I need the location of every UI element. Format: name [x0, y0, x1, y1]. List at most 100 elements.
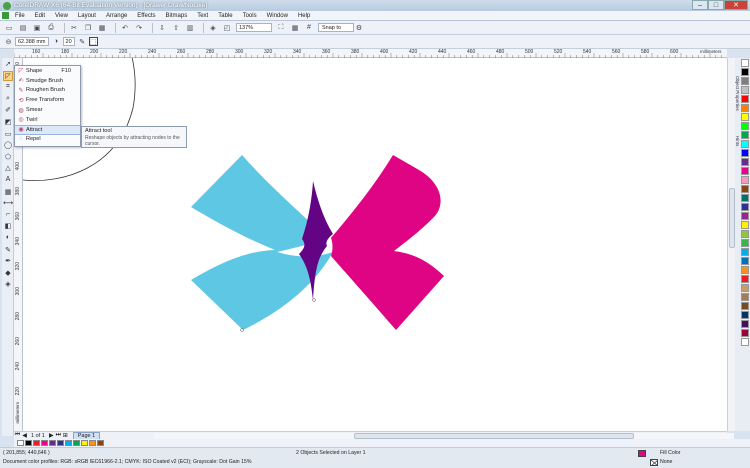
palette-swatch[interactable] [741, 194, 749, 202]
document-palette-swatch[interactable] [96, 440, 104, 446]
document-palette-swatch[interactable] [24, 440, 32, 446]
palette-swatch[interactable] [741, 212, 749, 220]
vertical-scrollbar[interactable] [727, 58, 735, 431]
palette-swatch[interactable] [741, 230, 749, 238]
polygon-tool-icon[interactable]: ⬠ [3, 152, 13, 162]
paste-icon[interactable]: ▦ [97, 23, 107, 33]
pen-pressure-icon[interactable]: ✎ [78, 37, 87, 46]
palette-swatch[interactable] [741, 149, 749, 157]
strength-field[interactable]: 20 [62, 37, 75, 46]
palette-swatch[interactable] [741, 176, 749, 184]
menu-table[interactable]: Table [218, 13, 232, 19]
rectangle-tool-icon[interactable]: ▭ [3, 129, 13, 139]
fill-color-swatch[interactable] [638, 450, 646, 457]
app-launcher-icon[interactable]: ◈ [208, 23, 218, 33]
menu-help[interactable]: Help [298, 13, 310, 19]
palette-swatch[interactable] [741, 257, 749, 265]
menu-view[interactable]: View [55, 13, 68, 19]
menu-file[interactable]: File [15, 13, 25, 19]
import-icon[interactable]: ⇩ [157, 23, 167, 33]
document-palette-swatch[interactable] [80, 440, 88, 446]
ellipse-tool-icon[interactable]: ◯ [3, 140, 13, 150]
open-folder-icon[interactable]: ▤ [18, 23, 28, 33]
freehand-tool-icon[interactable]: ✐ [3, 105, 13, 115]
flyout-item-roughen-brush[interactable]: ✎ Roughen Brush [15, 86, 80, 96]
maximize-button[interactable]: □ [708, 0, 724, 10]
palette-swatch[interactable] [741, 329, 749, 337]
menu-tools[interactable]: Tools [243, 13, 257, 19]
document-palette-swatch[interactable] [40, 440, 48, 446]
magenta-wing-shape[interactable] [331, 155, 444, 330]
cut-icon[interactable]: ✂ [69, 23, 79, 33]
interactive-fill-icon[interactable]: ◈ [3, 279, 13, 289]
document-palette-swatch[interactable] [64, 440, 72, 446]
menu-bitmaps[interactable]: Bitmaps [166, 13, 188, 19]
document-icon[interactable] [2, 12, 9, 19]
palette-swatch[interactable] [741, 203, 749, 211]
document-palette-swatch[interactable] [56, 440, 64, 446]
palette-swatch[interactable] [741, 158, 749, 166]
smart-fill-icon[interactable]: ◩ [3, 117, 13, 127]
horizontal-ruler[interactable]: 160 180 200 220 240 260 280 300 320 340 … [14, 49, 727, 58]
redo-icon[interactable]: ↷ [134, 23, 144, 33]
transparency-tool-icon[interactable]: ◐ [3, 233, 13, 243]
palette-swatch[interactable] [741, 122, 749, 130]
connector-tool-icon[interactable]: ⌐ [3, 210, 13, 220]
menu-layout[interactable]: Layout [78, 13, 96, 19]
save-icon[interactable]: ▣ [32, 23, 42, 33]
zoom-level-select[interactable]: 137% [236, 23, 272, 32]
add-page-icon[interactable]: ⊞ [62, 432, 69, 439]
flyout-item-smear[interactable]: ◍ Smear [15, 105, 80, 115]
pdf-icon[interactable]: ▥ [185, 23, 195, 33]
print-icon[interactable]: ⎙ [46, 23, 56, 33]
shape-node-handle[interactable] [312, 298, 316, 302]
palette-swatch[interactable] [741, 275, 749, 283]
menu-text[interactable]: Text [197, 13, 208, 19]
palette-swatch[interactable] [741, 131, 749, 139]
palette-swatch[interactable] [741, 185, 749, 193]
new-document-icon[interactable]: ▭ [4, 23, 14, 33]
document-palette-swatch[interactable] [32, 440, 40, 446]
flyout-item-twirl[interactable]: ◎ Twirl [15, 115, 80, 125]
minimize-button[interactable]: – [692, 0, 708, 10]
document-palette-swatch[interactable] [16, 440, 24, 446]
palette-swatch[interactable] [741, 77, 749, 85]
welcome-screen-icon[interactable]: ◰ [222, 23, 232, 33]
pick-tool-icon[interactable]: ➚ [3, 59, 13, 69]
export-icon[interactable]: ⇧ [171, 23, 181, 33]
text-tool-icon[interactable]: A [3, 175, 13, 185]
palette-swatch[interactable] [741, 113, 749, 121]
palette-swatch[interactable] [741, 167, 749, 175]
copy-icon[interactable]: ❐ [83, 23, 93, 33]
palette-swatch[interactable] [741, 266, 749, 274]
flyout-item-repel[interactable]: ◌ Repel [15, 135, 80, 145]
first-page-icon[interactable]: ⏮ [14, 432, 21, 439]
flyout-item-smudge-brush[interactable]: ✍ Smudge Brush [15, 76, 80, 86]
palette-swatch[interactable] [741, 239, 749, 247]
palette-swatch[interactable] [741, 95, 749, 103]
show-rulers-icon[interactable]: ▦ [290, 23, 300, 33]
zoom-tool-icon[interactable]: ⌕ [3, 94, 13, 104]
palette-swatch[interactable] [741, 293, 749, 301]
palette-swatch[interactable] [741, 221, 749, 229]
last-page-icon[interactable]: ⏭ [55, 432, 62, 439]
document-palette-swatch[interactable] [88, 440, 96, 446]
undo-icon[interactable]: ↶ [120, 23, 130, 33]
palette-swatch[interactable] [741, 68, 749, 76]
menu-edit[interactable]: Edit [35, 13, 45, 19]
palette-swatch[interactable] [741, 140, 749, 148]
outline-pen-icon[interactable]: ✒ [3, 256, 13, 266]
table-tool-icon[interactable]: ▦ [3, 187, 13, 197]
nib-size-field[interactable]: 62.388 mm [15, 37, 49, 46]
drawing-canvas[interactable] [23, 58, 727, 431]
flyout-item-attract[interactable]: ◉ Attract [15, 124, 80, 135]
prev-page-icon[interactable]: ◀ [21, 432, 28, 439]
attract-mode-icon[interactable]: ⬚ [88, 37, 98, 46]
fill-tool-icon[interactable]: ◆ [3, 268, 13, 278]
palette-swatch[interactable] [741, 284, 749, 292]
flyout-item-free-transform[interactable]: ⟲ Free Transform [15, 95, 80, 105]
snap-to-select[interactable]: Snap to [318, 23, 354, 32]
palette-swatch[interactable] [741, 320, 749, 328]
palette-swatch[interactable] [741, 59, 749, 67]
menu-window[interactable]: Window [267, 13, 288, 19]
